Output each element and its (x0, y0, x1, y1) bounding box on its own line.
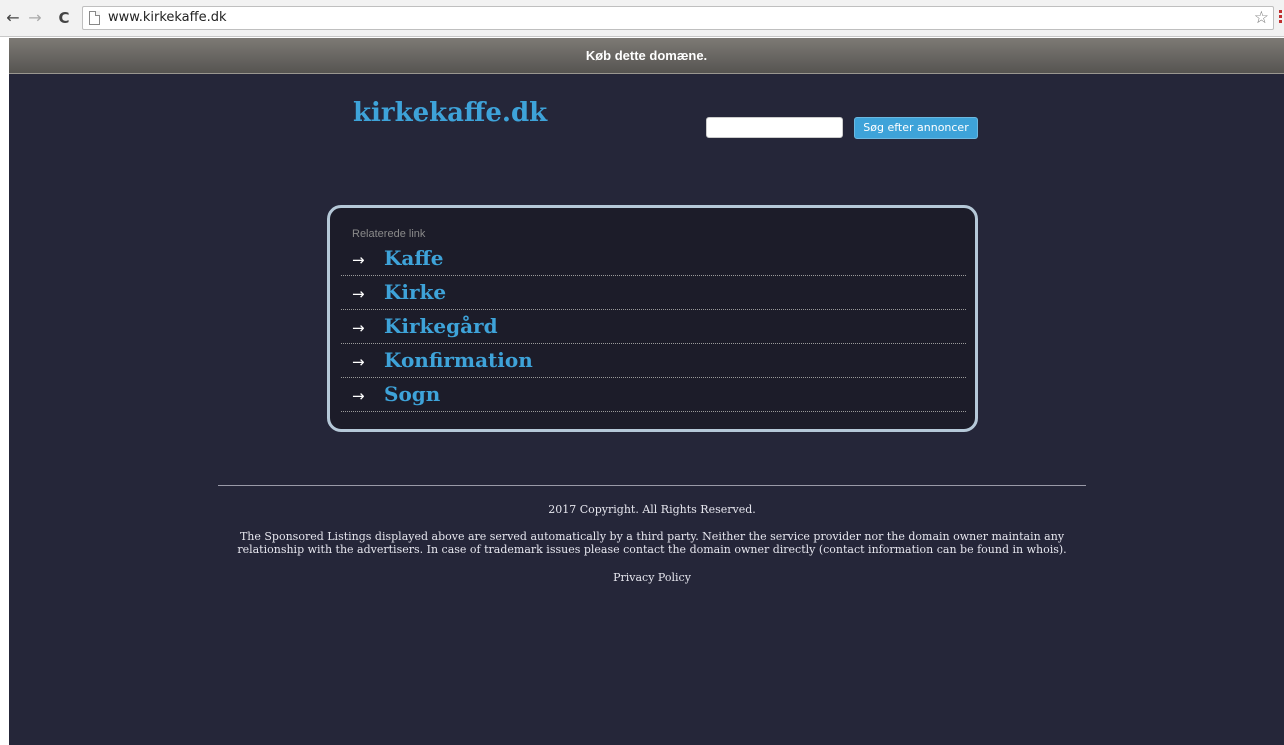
related-link-label[interactable]: Kirke (384, 280, 446, 304)
footer-divider (218, 485, 1086, 486)
browser-menu-icon[interactable] (1279, 10, 1284, 26)
search-button[interactable]: Søg efter annoncer (854, 117, 978, 139)
arrow-right-icon: → (352, 285, 365, 303)
address-bar[interactable]: www.kirkekaffe.dk ☆ (82, 6, 1274, 30)
privacy-policy-link[interactable]: Privacy Policy (218, 571, 1086, 584)
related-link-label[interactable]: Konfirmation (384, 348, 533, 372)
related-link-item[interactable]: → Kaffe (341, 242, 966, 276)
related-link-item[interactable]: → Konfirmation (341, 344, 966, 378)
buy-domain-banner[interactable]: Køb dette domæne. (9, 38, 1284, 74)
related-link-item[interactable]: → Kirkegård (341, 310, 966, 344)
arrow-right-icon: → (352, 353, 365, 371)
address-bar-url[interactable]: www.kirkekaffe.dk (108, 10, 227, 25)
arrow-right-icon: → (352, 251, 365, 269)
bookmark-star-icon[interactable]: ☆ (1254, 8, 1269, 28)
disclaimer-line: relationship with the advertisers. In ca… (237, 543, 1067, 556)
disclaimer-text: The Sponsored Listings displayed above a… (218, 530, 1086, 556)
copyright-text: 2017 Copyright. All Rights Reserved. (548, 503, 756, 516)
related-link-label[interactable]: Sogn (384, 382, 440, 406)
browser-toolbar: ← → C www.kirkekaffe.dk ☆ (0, 0, 1284, 37)
related-link-item[interactable]: → Sogn (341, 378, 966, 412)
arrow-right-icon: → (352, 319, 365, 337)
related-link-item[interactable]: → Kirke (341, 276, 966, 310)
reload-icon[interactable]: C (55, 9, 73, 27)
page-icon (89, 11, 100, 25)
back-arrow-icon[interactable]: ← (4, 9, 22, 27)
forward-arrow-icon[interactable]: → (26, 9, 44, 27)
arrow-right-icon: → (352, 387, 365, 405)
search-input[interactable] (706, 117, 843, 138)
related-links-heading: Relaterede link (352, 228, 426, 240)
related-links-list: → Kaffe → Kirke → Kirkegård → Konfirmati… (341, 242, 966, 412)
related-links-box: Relaterede link → Kaffe → Kirke → Kirkeg… (327, 205, 978, 432)
page-content: Køb dette domæne. kirkekaffe.dk Søg efte… (9, 38, 1284, 745)
disclaimer-line: The Sponsored Listings displayed above a… (239, 530, 1065, 543)
site-title: kirkekaffe.dk (353, 98, 548, 128)
related-link-label[interactable]: Kirkegård (384, 314, 498, 338)
related-link-label[interactable]: Kaffe (384, 246, 443, 270)
